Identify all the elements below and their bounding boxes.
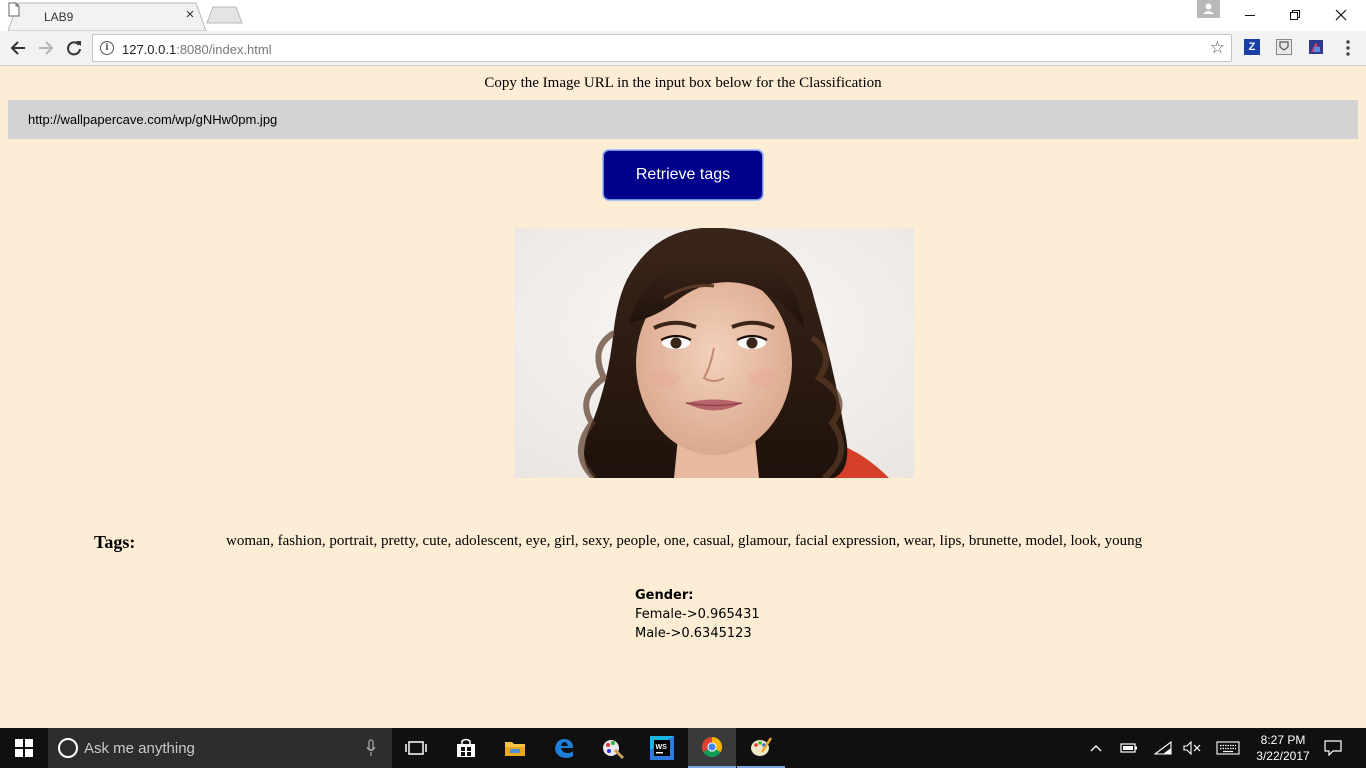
notification-icon xyxy=(1324,740,1342,756)
tab-shape xyxy=(8,2,207,31)
taskbar-search-box[interactable]: Ask me anything xyxy=(48,728,392,768)
back-button[interactable] xyxy=(6,36,30,60)
webstorm-icon: WS xyxy=(650,736,674,760)
tab-close-icon[interactable]: × xyxy=(182,7,198,23)
chrome-icon xyxy=(702,737,722,757)
zotero-extension-icon[interactable]: Z xyxy=(1244,39,1260,55)
task-view-button[interactable] xyxy=(392,728,440,768)
edge-button[interactable] xyxy=(540,728,588,768)
action-center-button[interactable] xyxy=(1320,728,1346,768)
windows-logo-icon xyxy=(15,739,33,757)
bookmark-star-icon[interactable]: ☆ xyxy=(1210,39,1225,57)
task-view-icon xyxy=(405,741,427,755)
address-url[interactable]: 127.0.0.1:8080/index.html xyxy=(122,42,272,57)
reload-button[interactable] xyxy=(62,36,86,60)
file-explorer-button[interactable] xyxy=(491,728,539,768)
retrieve-tags-button[interactable]: Retrieve tags xyxy=(603,150,763,200)
chrome-button[interactable] xyxy=(688,728,736,768)
restore-button[interactable] xyxy=(1272,0,1318,30)
file-explorer-icon xyxy=(505,742,525,756)
browser-menu-icon[interactable] xyxy=(1343,39,1353,57)
person-icon xyxy=(1203,3,1214,14)
battery-icon xyxy=(1120,743,1137,753)
edge-icon xyxy=(555,739,573,758)
page-content: Copy the Image URL in the input box belo… xyxy=(0,67,1366,728)
url-host: 127.0.0.1 xyxy=(122,42,177,57)
start-button[interactable] xyxy=(0,728,48,768)
tab-title: LAB9 xyxy=(44,10,74,24)
gender-result: Gender: Female->0.965431 Male->0.6345123 xyxy=(635,586,760,643)
new-tab-button[interactable] xyxy=(206,6,244,24)
paint-app-button[interactable] xyxy=(589,728,637,768)
webstorm-button[interactable]: WS xyxy=(638,728,686,768)
minimize-icon xyxy=(1245,15,1255,16)
cortana-icon xyxy=(58,738,78,758)
clock-date: 3/22/2017 xyxy=(1256,749,1310,763)
tags-label: Tags: xyxy=(94,532,136,552)
paint-app-icon xyxy=(603,740,625,760)
wifi-button[interactable] xyxy=(1152,728,1174,768)
back-arrow-icon xyxy=(10,41,25,55)
close-window-button[interactable] xyxy=(1318,0,1364,30)
forward-button[interactable] xyxy=(34,36,58,60)
instruction-text: Copy the Image URL in the input box belo… xyxy=(484,75,882,91)
classified-image xyxy=(514,228,914,478)
keyboard-button[interactable] xyxy=(1214,728,1242,768)
wifi-icon xyxy=(1154,741,1172,755)
forward-arrow-icon xyxy=(39,41,54,55)
minimize-button[interactable] xyxy=(1227,0,1273,30)
windows-taskbar: Ask me anything WS 8:27 PM 3/22/2017 xyxy=(0,728,1366,768)
page-icon xyxy=(8,2,20,17)
info-icon[interactable]: i xyxy=(100,41,114,55)
restore-icon xyxy=(1290,10,1300,20)
paint-3d-icon xyxy=(751,737,773,756)
clock-time: 8:27 PM xyxy=(1260,733,1306,747)
address-bar[interactable]: i 127.0.0.1:8080/index.html ☆ xyxy=(92,34,1232,62)
url-path: :8080/index.html xyxy=(176,42,272,57)
image-url-input[interactable] xyxy=(8,100,1358,139)
svg-text:WS: WS xyxy=(656,744,668,751)
gender-title: Gender: xyxy=(635,588,694,603)
shield-extension-icon[interactable] xyxy=(1276,39,1292,55)
taskbar-clock[interactable]: 8:27 PM 3/22/2017 xyxy=(1250,732,1316,764)
show-hidden-icons-button[interactable] xyxy=(1086,728,1106,768)
browser-toolbar: i 127.0.0.1:8080/index.html ☆ Z xyxy=(0,31,1366,66)
shield-icon xyxy=(1279,41,1289,51)
extension-icon[interactable] xyxy=(1308,39,1324,55)
profile-button[interactable] xyxy=(1197,0,1220,18)
close-icon xyxy=(1335,9,1347,21)
tags-list: woman, fashion, portrait, pretty, cute, … xyxy=(226,533,1143,549)
volume-button[interactable] xyxy=(1181,728,1203,768)
reload-icon xyxy=(67,41,81,56)
store-icon xyxy=(457,738,475,757)
search-placeholder: Ask me anything xyxy=(84,740,195,757)
keyboard-icon xyxy=(1216,741,1240,755)
battery-button[interactable] xyxy=(1118,728,1140,768)
browser-tab-strip: LAB9 × xyxy=(0,0,1366,31)
paint-3d-button[interactable] xyxy=(737,728,785,768)
portrait-photo xyxy=(514,228,914,478)
microphone-icon[interactable] xyxy=(366,739,376,757)
chevron-up-icon xyxy=(1090,745,1102,752)
extension-graphic-icon xyxy=(1309,40,1323,54)
browser-tab[interactable]: LAB9 × xyxy=(8,2,207,31)
gender-male-score: Male->0.6345123 xyxy=(635,626,752,641)
volume-muted-icon xyxy=(1183,741,1201,755)
gender-female-score: Female->0.965431 xyxy=(635,607,760,622)
store-button[interactable] xyxy=(442,728,490,768)
